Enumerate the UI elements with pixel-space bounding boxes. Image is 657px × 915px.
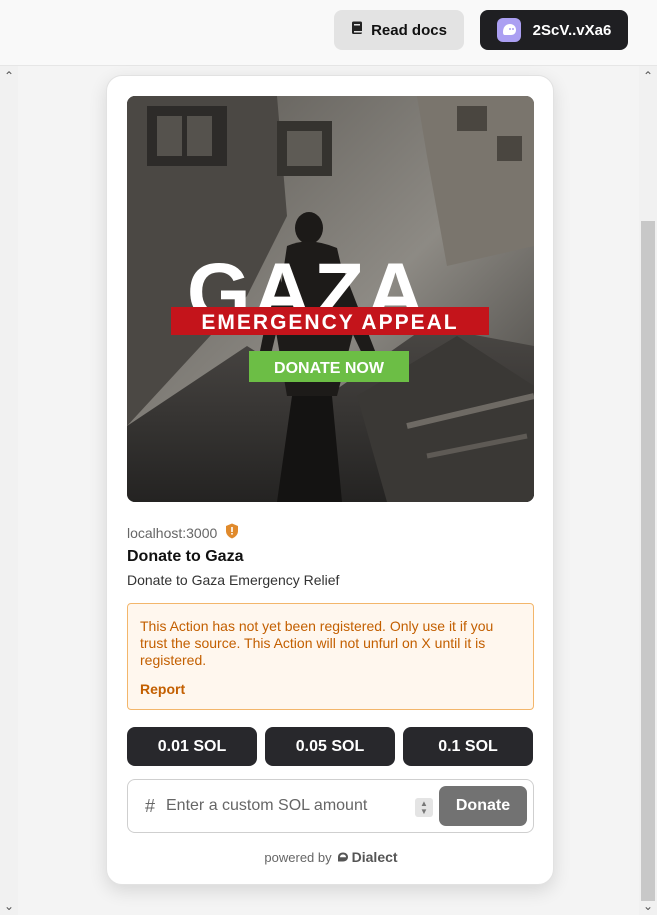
custom-amount-form: # ▲ ▼ Donate	[127, 779, 534, 833]
scroll-up-arrow-icon[interactable]: ⌃	[642, 70, 654, 82]
wallet-ghost-icon	[496, 18, 521, 42]
campaign-cta: DONATE NOW	[274, 360, 385, 377]
stepper-down-icon[interactable]: ▼	[420, 807, 428, 816]
amount-button-0-1[interactable]: 0.1 SOL	[403, 727, 533, 766]
report-link[interactable]: Report	[140, 681, 521, 698]
host-url: localhost:3000	[127, 524, 218, 541]
action-description: Donate to Gaza Emergency Relief	[127, 572, 340, 588]
campaign-image: GAZA EMERGENCY APPEAL DONATE NOW	[127, 96, 534, 502]
action-title: Donate to Gaza	[127, 548, 244, 565]
read-docs-button[interactable]: Read docs	[334, 10, 464, 50]
donate-button[interactable]: Donate	[439, 786, 527, 826]
campaign-subheadline: EMERGENCY APPEAL	[201, 311, 458, 334]
custom-amount-input[interactable]	[166, 792, 406, 820]
wallet-button[interactable]: 2ScV..vXa6	[480, 10, 628, 50]
scroll-up-arrow-icon[interactable]: ⌃	[3, 70, 15, 82]
right-scrollbar[interactable]: ⌃ ⌄	[639, 66, 657, 915]
amount-button-0-05[interactable]: 0.05 SOL	[265, 727, 395, 766]
top-bar: Read docs 2ScV..vXa6	[0, 0, 657, 66]
powered-by-label: powered by	[264, 849, 332, 865]
read-docs-label: Read docs	[371, 21, 447, 39]
action-card: GAZA EMERGENCY APPEAL DONATE NOW localho…	[106, 75, 554, 885]
number-stepper[interactable]: ▲ ▼	[415, 798, 433, 817]
dialect-brand[interactable]: Dialect	[337, 849, 398, 865]
scroll-down-arrow-icon[interactable]: ⌄	[642, 900, 654, 912]
book-icon	[351, 21, 363, 39]
scroll-down-arrow-icon[interactable]: ⌄	[3, 900, 15, 912]
powered-by-footer: powered by Dialect	[107, 849, 555, 865]
amount-button-0-01[interactable]: 0.01 SOL	[127, 727, 257, 766]
warning-shield-icon[interactable]	[225, 523, 239, 542]
dialect-logo-icon	[337, 849, 349, 865]
dialect-brand-label: Dialect	[351, 849, 398, 865]
action-host: localhost:3000	[127, 523, 239, 542]
warning-text: This Action has not yet been registered.…	[140, 618, 494, 668]
unregistered-warning: This Action has not yet been registered.…	[127, 603, 534, 710]
wallet-address: 2ScV..vXa6	[532, 21, 612, 39]
scrollbar-thumb[interactable]	[641, 221, 655, 901]
left-scrollbar[interactable]: ⌃ ⌄	[0, 66, 18, 915]
hash-icon: #	[145, 796, 156, 816]
